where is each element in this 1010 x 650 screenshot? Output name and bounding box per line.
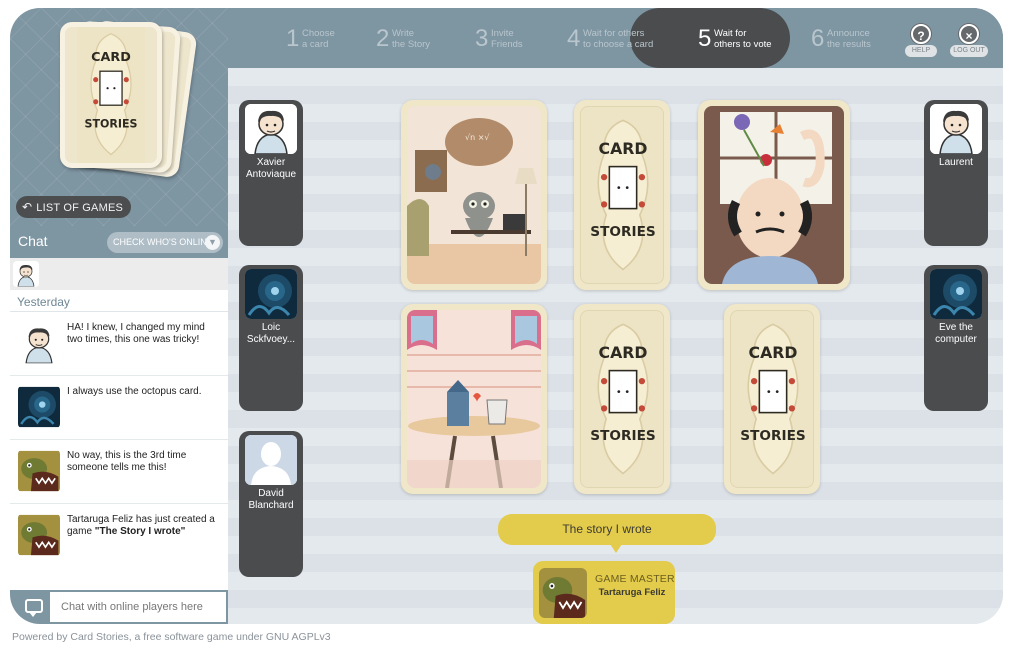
- close-icon: ×: [959, 24, 979, 44]
- step-number: 4: [567, 25, 581, 52]
- logo-area: ↶ LIST OF GAMES: [10, 8, 228, 226]
- player-name: David Blanchard: [248, 488, 294, 511]
- card-back: [730, 310, 814, 488]
- player-name: Laurent: [939, 157, 973, 168]
- app-window: ↶ LIST OF GAMES Chat CHECK WHO'S ONLINE ▼…: [10, 8, 1003, 624]
- footer-credit: Powered by Card Stories, a free software…: [12, 631, 331, 643]
- player-slot[interactable]: Laurent: [924, 100, 988, 246]
- chat-message: No way, this is the 3rd time someone tel…: [10, 440, 228, 504]
- chat-input[interactable]: Chat with online players here: [50, 592, 226, 622]
- step-label: Announce the results: [827, 28, 871, 50]
- tortoise-avatar: [539, 568, 587, 618]
- online-player-avatar[interactable]: [13, 261, 39, 287]
- story-title-bubble: The story I wrote: [498, 514, 716, 553]
- step-label: Write the Story: [392, 28, 431, 50]
- player-name: Eve the computer: [935, 322, 977, 345]
- tortoise-avatar: [18, 450, 60, 492]
- cartoon-man-avatar: [930, 104, 982, 154]
- progress-steps-bar: 1 Choose a card 2 Write the Story 3 Invite…: [228, 8, 1003, 68]
- chat-message-text: No way, this is the 3rd time someone tel…: [67, 450, 187, 473]
- card-back: [580, 106, 664, 284]
- game-title-link[interactable]: "The Story I wrote": [95, 526, 186, 537]
- game-master-box: GAME MASTER Tartaruga Feliz: [533, 561, 675, 624]
- octopus-avatar: [930, 269, 982, 319]
- cartoon-man-avatar: [245, 104, 297, 154]
- game-master-label: GAME MASTER: [595, 573, 675, 585]
- step-number: 6: [811, 25, 825, 52]
- game-master-name: Tartaruga Feliz: [598, 587, 666, 598]
- svg-text:√n ×√: √n ×√: [465, 133, 490, 142]
- chat-message: HA! I knew, I changed my mind two times,…: [10, 312, 228, 376]
- card-illustration: [407, 310, 541, 488]
- chat-message: Tartaruga Feliz has just created a game …: [10, 504, 228, 568]
- step-number: 2: [376, 25, 390, 52]
- game-board: Xavier Antoviaque Loic Sckfvoey... David…: [228, 68, 1003, 624]
- chat-title: Chat: [18, 233, 48, 249]
- help-label: HELP: [905, 45, 937, 57]
- card-back: [580, 310, 664, 488]
- card-stories-logo: [60, 22, 162, 168]
- player-name: Xavier Antoviaque: [245, 157, 297, 180]
- man-with-flower-card[interactable]: [698, 100, 850, 290]
- player-name: Loic Sckfvoey...: [246, 322, 296, 345]
- step-number: 3: [475, 25, 489, 52]
- list-of-games-button[interactable]: ↶ LIST OF GAMES: [16, 196, 132, 218]
- list-of-games-label: LIST OF GAMES: [36, 202, 124, 214]
- back-arrow-icon: ↶: [22, 200, 33, 214]
- check-whos-online-button[interactable]: CHECK WHO'S ONLINE ▼: [107, 232, 223, 253]
- chat-message-text: Tartaruga Feliz has just created a game …: [67, 514, 223, 538]
- step-number: 1: [286, 25, 300, 52]
- online-players-row: [10, 258, 228, 290]
- player-slot[interactable]: Loic Sckfvoey...: [239, 265, 303, 411]
- cat-professor-card[interactable]: √n ×√: [401, 100, 547, 290]
- chat-message: I always use the octopus card.: [10, 376, 228, 440]
- chat-header: Chat CHECK WHO'S ONLINE ▼: [10, 226, 228, 258]
- chat-bubble-icon: [25, 599, 43, 617]
- sidebar: ↶ LIST OF GAMES Chat CHECK WHO'S ONLINE ▼…: [10, 8, 228, 624]
- step-label: Choose a card: [302, 28, 335, 50]
- chat-message-text: HA! I knew, I changed my mind two times,…: [67, 322, 205, 345]
- milk-and-cup-card[interactable]: [401, 304, 547, 494]
- octopus-avatar: [18, 386, 60, 428]
- face-down-card[interactable]: [724, 304, 820, 494]
- chat-message-text: I always use the octopus card.: [67, 386, 202, 397]
- player-slot[interactable]: David Blanchard: [239, 431, 303, 577]
- help-button[interactable]: ? HELP: [905, 24, 937, 62]
- cartoon-man-avatar: [18, 322, 60, 364]
- step-label: Invite Friends: [491, 28, 523, 50]
- check-whos-online-label: CHECK WHO'S ONLINE: [113, 237, 213, 247]
- question-mark-icon: ?: [911, 24, 931, 44]
- card-illustration: [704, 106, 844, 284]
- story-title: The story I wrote: [562, 522, 652, 536]
- octopus-avatar: [245, 269, 297, 319]
- log-out-label: LOG OUT: [950, 45, 988, 57]
- tortoise-avatar: [18, 514, 60, 556]
- face-down-card[interactable]: [574, 304, 670, 494]
- default-silhouette-avatar: [245, 435, 297, 485]
- chat-input-bar: Chat with online players here: [10, 590, 228, 624]
- player-slot[interactable]: Xavier Antoviaque: [239, 100, 303, 246]
- face-down-card[interactable]: [574, 100, 670, 290]
- step-label: Wait for others to vote: [714, 28, 772, 50]
- step-label: Wait for others to choose a card: [583, 28, 654, 50]
- card-illustration: √n ×√: [407, 106, 541, 284]
- chat-day-label: Yesterday: [17, 295, 70, 309]
- log-out-button[interactable]: × LOG OUT: [950, 24, 988, 62]
- step-number: 5: [698, 25, 712, 52]
- chevron-down-icon: ▼: [205, 235, 220, 250]
- player-slot[interactable]: Eve the computer: [924, 265, 988, 411]
